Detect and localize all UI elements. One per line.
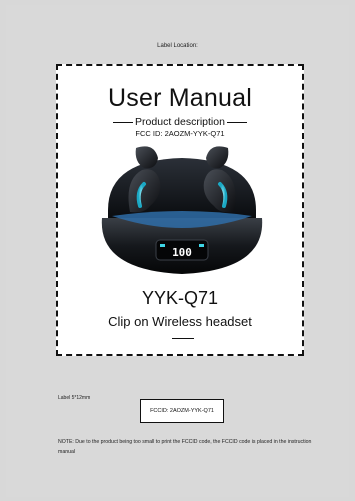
label-location-text: Label Location: xyxy=(157,43,198,49)
model-name: YYK-Q71 xyxy=(141,288,219,308)
led-readout: 100 xyxy=(172,246,192,259)
bottom-rule xyxy=(172,338,194,339)
heading-rule-left xyxy=(113,121,134,123)
product-subtitle: Clip on Wireless headset xyxy=(108,314,252,329)
heading-rule-right xyxy=(226,121,247,123)
manual-title: User Manual xyxy=(108,84,252,112)
fcc-id-small-label: FCCID: 2AOZM-YYK-Q71 xyxy=(140,399,224,423)
small-label-text: FCCID: 2AOZM-YYK-Q71 xyxy=(150,408,214,414)
note-text: NOTE: Due to the product being too small… xyxy=(58,439,312,455)
earbuds-product-image: 100 xyxy=(101,146,263,274)
label-frame: User Manual Product description FCC ID: … xyxy=(56,64,304,356)
label-size-text: Label 5*12mm xyxy=(58,395,91,401)
description-heading-row: Product description xyxy=(58,116,302,128)
fcc-id-text: FCC ID: 2AOZM-YYK-Q71 xyxy=(135,129,225,138)
description-heading: Product description xyxy=(135,116,225,128)
